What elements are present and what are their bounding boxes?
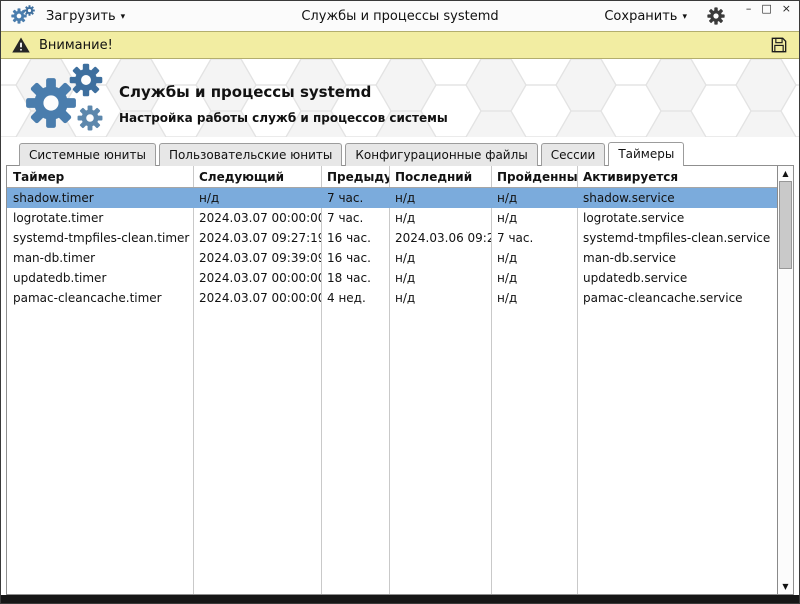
scrollbar-thumb[interactable] bbox=[779, 181, 792, 269]
tab-config-files[interactable]: Конфигурационные файлы bbox=[345, 143, 537, 166]
tab-timers[interactable]: Таймеры bbox=[608, 142, 684, 166]
cell-timer: updatedb.timer bbox=[7, 271, 193, 285]
cell-last: н/д bbox=[389, 271, 491, 285]
cell-last: н/д bbox=[389, 251, 491, 265]
titlebar: Загрузить ▾ Службы и процессы systemd Со… bbox=[1, 1, 799, 31]
table-row[interactable]: systemd-tmpfiles-clean.timer 2024.03.07 … bbox=[7, 228, 793, 248]
table-row[interactable]: shadow.timer н/д 7 час. н/д н/д shadow.s… bbox=[7, 188, 793, 208]
scroll-down-button[interactable]: ▼ bbox=[778, 579, 793, 594]
load-button[interactable]: Загрузить ▾ bbox=[46, 9, 125, 24]
cell-passed: 7 час. bbox=[491, 231, 577, 245]
cell-activates: systemd-tmpfiles-clean.service bbox=[577, 231, 777, 245]
column-header-next[interactable]: Следующий bbox=[193, 170, 321, 184]
cell-next: 2024.03.07 09:27:19 bbox=[193, 231, 321, 245]
table-row[interactable]: logrotate.timer 2024.03.07 00:00:00 7 ча… bbox=[7, 208, 793, 228]
cell-last: 2024.03.06 09:2 bbox=[389, 231, 491, 245]
cell-previous: 7 час. bbox=[321, 211, 389, 225]
cell-previous: 16 час. bbox=[321, 251, 389, 265]
cell-passed: н/д bbox=[491, 271, 577, 285]
warning-icon bbox=[11, 35, 31, 55]
cell-passed: н/д bbox=[491, 251, 577, 265]
app-window: Загрузить ▾ Службы и процессы systemd Со… bbox=[0, 0, 800, 604]
tab-sessions[interactable]: Сессии bbox=[541, 143, 606, 166]
cell-next: н/д bbox=[193, 191, 321, 205]
chevron-down-icon: ▾ bbox=[121, 12, 126, 22]
column-header-last[interactable]: Последний bbox=[389, 170, 491, 184]
save-button[interactable]: Сохранить ▾ bbox=[604, 9, 687, 24]
cell-timer: systemd-tmpfiles-clean.timer bbox=[7, 231, 193, 245]
table-row[interactable]: man-db.timer 2024.03.07 09:39:09 16 час.… bbox=[7, 248, 793, 268]
page-subtitle: Настройка работы служб и процессов систе… bbox=[119, 111, 448, 125]
cell-activates: updatedb.service bbox=[577, 271, 777, 285]
save-file-icon[interactable] bbox=[769, 35, 789, 55]
column-header-activates[interactable]: Активируется bbox=[577, 170, 777, 184]
column-header-timer[interactable]: Таймер bbox=[7, 170, 193, 184]
load-button-label: Загрузить bbox=[46, 9, 116, 24]
column-header-passed[interactable]: Пройденный bbox=[491, 170, 577, 184]
column-header-previous[interactable]: Предыдущ bbox=[321, 170, 389, 184]
tab-system-units[interactable]: Системные юниты bbox=[19, 143, 156, 166]
cell-timer: pamac-cleancache.timer bbox=[7, 291, 193, 305]
cell-previous: 16 час. bbox=[321, 231, 389, 245]
cell-last: н/д bbox=[389, 291, 491, 305]
cell-previous: 4 нед. bbox=[321, 291, 389, 305]
cell-last: н/д bbox=[389, 191, 491, 205]
cell-next: 2024.03.07 09:39:09 bbox=[193, 251, 321, 265]
cell-passed: н/д bbox=[491, 191, 577, 205]
scroll-up-button[interactable]: ▲ bbox=[778, 166, 793, 181]
cell-previous: 7 час. bbox=[321, 191, 389, 205]
cell-activates: logrotate.service bbox=[577, 211, 777, 225]
table-row[interactable]: updatedb.timer 2024.03.07 00:00:00 18 ча… bbox=[7, 268, 793, 288]
window-bottom-edge bbox=[1, 595, 799, 603]
timers-table: Таймер Следующий Предыдущ Последний Прой… bbox=[6, 165, 794, 595]
cell-previous: 18 час. bbox=[321, 271, 389, 285]
cell-timer: shadow.timer bbox=[7, 191, 193, 205]
warning-text: Внимание! bbox=[39, 38, 113, 53]
tab-bar: Системные юниты Пользовательские юниты К… bbox=[1, 137, 799, 165]
cell-activates: shadow.service bbox=[577, 191, 777, 205]
cell-next: 2024.03.07 00:00:00 bbox=[193, 291, 321, 305]
table-header-row: Таймер Следующий Предыдущ Последний Прой… bbox=[7, 166, 793, 188]
cell-last: н/д bbox=[389, 211, 491, 225]
vertical-scrollbar[interactable]: ▲ ▼ bbox=[777, 166, 793, 594]
warning-bar: Внимание! bbox=[1, 31, 799, 59]
settings-gear-icon[interactable] bbox=[707, 7, 725, 25]
cell-timer: logrotate.timer bbox=[7, 211, 193, 225]
cell-passed: н/д bbox=[491, 211, 577, 225]
cell-activates: man-db.service bbox=[577, 251, 777, 265]
table-body: shadow.timer н/д 7 час. н/д н/д shadow.s… bbox=[7, 188, 793, 308]
page-header: Службы и процессы systemd Настройка рабо… bbox=[1, 59, 799, 137]
cell-activates: pamac-cleancache.service bbox=[577, 291, 777, 305]
page-title: Службы и процессы systemd bbox=[119, 83, 371, 101]
cell-passed: н/д bbox=[491, 291, 577, 305]
tab-user-units[interactable]: Пользовательские юниты bbox=[159, 143, 342, 166]
cell-next: 2024.03.07 00:00:00 bbox=[193, 271, 321, 285]
app-icon bbox=[11, 4, 37, 28]
save-button-label: Сохранить bbox=[604, 9, 677, 24]
table-row[interactable]: pamac-cleancache.timer 2024.03.07 00:00:… bbox=[7, 288, 793, 308]
app-logo-gears bbox=[25, 63, 121, 137]
cell-next: 2024.03.07 00:00:00 bbox=[193, 211, 321, 225]
chevron-down-icon: ▾ bbox=[682, 12, 687, 22]
cell-timer: man-db.timer bbox=[7, 251, 193, 265]
